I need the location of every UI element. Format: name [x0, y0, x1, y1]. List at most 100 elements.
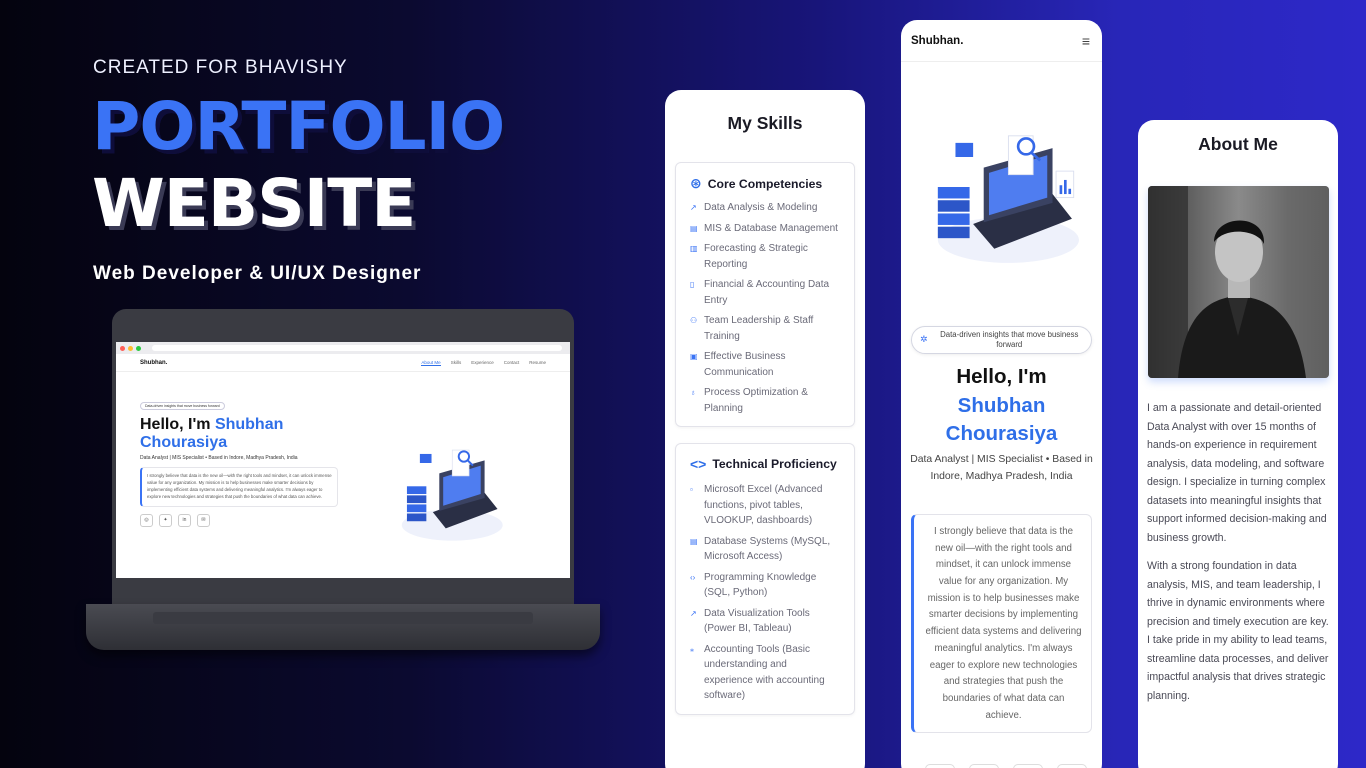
nav-contact[interactable]: Contact: [504, 360, 520, 366]
chart-line-icon: ↗: [690, 203, 697, 212]
skill-label: Process Optimization & Planning: [704, 387, 808, 414]
social-buttons: [925, 764, 1087, 768]
hello-name-last: Chourasiya: [140, 433, 228, 451]
skill-label: Database Systems (MySQL, Microsoft Acces…: [704, 535, 831, 563]
hello-text: Hello, I'm: [956, 365, 1047, 388]
github-icon[interactable]: ◎: [140, 513, 153, 527]
users-icon: ⚇: [690, 316, 698, 325]
skill-label: Financial & Accounting Data Entry: [704, 279, 830, 306]
lightbulb-icon: ♁: [690, 388, 696, 397]
database-icon: ▤: [690, 223, 698, 233]
skill-item: ↗ Data Visualization Tools (Power BI, Tab…: [690, 606, 838, 637]
data-server-illustration: [929, 132, 1079, 277]
tagline-pill: ✲ Data-driven insights that move busines…: [911, 326, 1092, 355]
skills-title: My Skills: [727, 113, 803, 133]
laptop-hello-heading: Hello, I'm Shubhan Chourasiya: [140, 416, 570, 451]
twitter-button[interactable]: [969, 764, 999, 768]
about-paragraph-1: I am a passionate and detail-oriented Da…: [1147, 402, 1327, 544]
skill-label: MIS & Database Management: [704, 222, 838, 234]
about-title: About Me: [1198, 134, 1278, 154]
skill-label: Data Analysis & Modeling: [704, 202, 818, 213]
hello-prefix: Hello, I'm: [140, 416, 215, 433]
site-brand[interactable]: Shubhan.: [140, 360, 167, 366]
laptop-site-nav: Shubhan. About Me Skills Experience Cont…: [116, 354, 570, 372]
linkedin-button[interactable]: [1013, 764, 1043, 768]
home-nav: Shubhan. ≡: [901, 20, 1102, 62]
brain-icon: ⊛: [690, 175, 702, 191]
address-bar[interactable]: [152, 345, 562, 351]
core-competencies-card: ⊛ Core Competencies ↗ Data Analysis & Mod…: [675, 162, 855, 427]
skill-item: ▯ Financial & Accounting Data Entry: [690, 277, 844, 308]
chat-icon: ▣: [690, 352, 698, 361]
skill-label: Forecasting & Strategic Reporting: [704, 243, 808, 270]
skill-label: Programming Knowledge (SQL, Python): [704, 571, 817, 599]
mail-button[interactable]: [1057, 764, 1087, 768]
skill-label: Effective Business Communication: [704, 351, 786, 378]
skill-label: Microsoft Excel (Advanced functions, piv…: [704, 484, 823, 526]
maximize-dot-icon[interactable]: [136, 345, 141, 351]
laptop-quote: I strongly believe that data is the new …: [140, 467, 338, 507]
hamburger-icon[interactable]: ≡: [1082, 33, 1090, 49]
skill-item: ▣ Effective Business Communication: [690, 349, 844, 380]
home-screen: Shubhan. ≡ ✲ Data-driven insights that m…: [901, 20, 1102, 768]
home-quote: I strongly believe that data is the new …: [911, 514, 1092, 734]
hero-title-line2: WEBSITE: [92, 165, 416, 242]
hero-eyebrow: CREATED FOR BHAVISHY: [93, 57, 348, 78]
nav-about[interactable]: About Me: [421, 360, 441, 366]
skill-label: Accounting Tools (Basic understanding an…: [704, 643, 825, 702]
name-last: Chourasiya: [945, 422, 1058, 446]
skill-item: ▤ MIS & Database Management: [690, 221, 844, 237]
laptop-hinge: [112, 578, 574, 606]
site-brand[interactable]: Shubhan.: [911, 35, 963, 47]
browser-bar: [116, 342, 570, 354]
data-server-illustration: [394, 446, 504, 551]
github-button[interactable]: [925, 764, 955, 768]
mail-icon[interactable]: ✉: [197, 513, 210, 527]
core-heading-label: Core Competencies: [707, 176, 823, 191]
hello-name-first: Shubhan: [214, 416, 284, 433]
pill-label: Data-driven insights that move business …: [940, 330, 1079, 350]
skill-label: Data Visualization Tools (Power BI, Tabl…: [704, 607, 810, 635]
linkedin-icon[interactable]: in: [178, 513, 191, 527]
document-icon: ▯: [690, 280, 695, 289]
sparkle-icon: ✲: [920, 334, 928, 345]
minimize-dot-icon[interactable]: [128, 345, 133, 351]
tech-heading-label: Technical Proficiency: [712, 457, 837, 471]
laptop-subtitle: Data Analyst | MIS Specialist • Based in…: [140, 455, 298, 462]
profile-photo: [1148, 186, 1329, 378]
nav-experience[interactable]: Experience: [471, 360, 494, 366]
chart-icon: ↗: [690, 608, 697, 618]
home-subtitle: Data Analyst | MIS Specialist • Based in…: [910, 454, 1093, 482]
laptop-keyboard-base: [86, 604, 600, 650]
calculator-icon: ⁎: [690, 644, 694, 654]
close-dot-icon[interactable]: [120, 345, 125, 351]
name-first: Shubhan: [957, 393, 1046, 417]
skills-screen: My Skills ⊛ Core Competencies ↗ Data Anal…: [665, 90, 865, 768]
twitter-icon[interactable]: ✦: [159, 513, 172, 527]
nav-resume[interactable]: Resume: [529, 360, 546, 366]
laptop-pill: Data-driven insights that move business …: [140, 402, 225, 410]
skill-item: ▥ Forecasting & Strategic Reporting: [690, 241, 844, 272]
skill-item: ‹› Programming Knowledge (SQL, Python): [690, 570, 838, 601]
skill-item: ↗ Data Analysis & Modeling: [690, 200, 844, 216]
about-paragraph-2: With a strong foundation in data analysi…: [1147, 560, 1329, 702]
skill-item: ♁ Process Optimization & Planning: [690, 385, 844, 416]
technical-proficiency-heading: <> Technical Proficiency: [690, 456, 844, 472]
skill-item: ⁎ Accounting Tools (Basic understanding a…: [690, 642, 838, 704]
skill-item: ⚇ Team Leadership & Staff Training: [690, 313, 844, 344]
code-icon: <>: [690, 456, 707, 472]
code-icon: ‹›: [690, 572, 696, 582]
laptop-socials: ◎ ✦ in ✉: [140, 513, 570, 527]
about-screen: About Me I am a passionate and detail-or…: [1138, 120, 1338, 768]
nav-skills[interactable]: Skills: [451, 360, 462, 366]
database-icon: ▤: [690, 536, 698, 546]
hero-title-line1: PORTFOLIO: [92, 88, 505, 165]
skill-label: Team Leadership & Staff Training: [704, 315, 814, 342]
hero-tagline: Web Developer & UI/UX Designer: [93, 263, 422, 284]
laptop-screen: Shubhan. About Me Skills Experience Cont…: [116, 342, 570, 578]
about-text: I am a passionate and detail-oriented Da…: [1147, 399, 1331, 716]
hello-heading: Hello, I'm Shubhan Chourasiya: [901, 363, 1102, 449]
skill-item: ▤ Database Systems (MySQL, Microsoft Acce…: [690, 534, 838, 565]
technical-proficiency-card: <> Technical Proficiency ▫ Microsoft Exce…: [675, 443, 855, 715]
bar-chart-icon: ▥: [690, 244, 698, 253]
